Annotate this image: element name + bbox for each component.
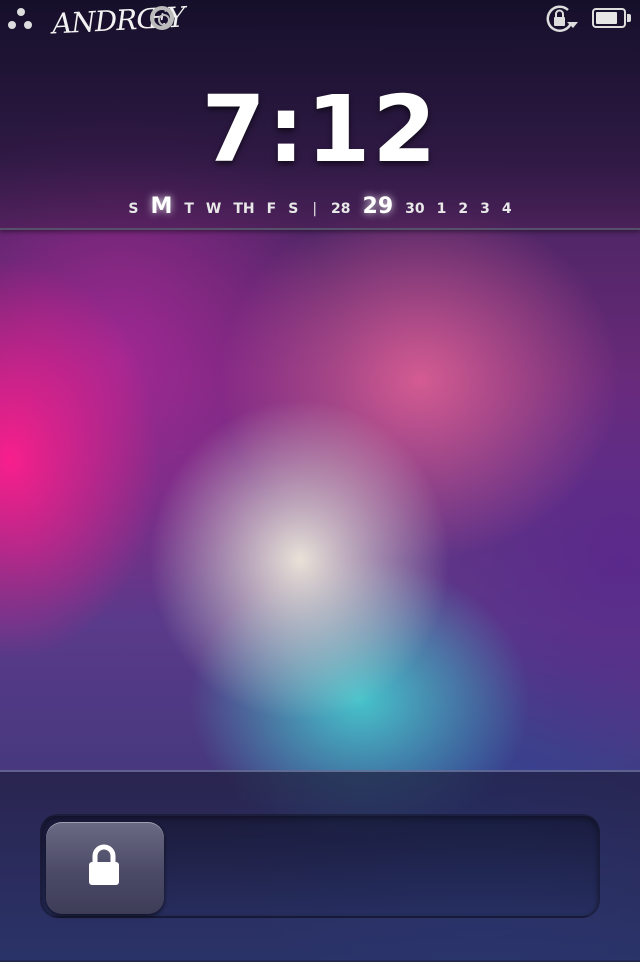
lock-icon — [87, 844, 121, 886]
week-date-strip: S M T W TH F S | 28 29 30 1 2 3 4 — [0, 194, 640, 224]
status-bar: ANDRŒY — [0, 0, 640, 40]
strip-separator: | — [312, 201, 318, 217]
clock-time: 7:12 — [201, 76, 439, 183]
date-label: 30 — [405, 201, 425, 217]
rotation-lock-icon — [544, 4, 578, 34]
date-label: 1 — [436, 201, 447, 217]
weekday-label: S — [288, 201, 299, 217]
dots-icon — [8, 8, 34, 32]
weekday-label: S — [128, 201, 139, 217]
date-label-current: 29 — [362, 194, 394, 219]
date-label: 4 — [501, 201, 512, 217]
battery-icon — [592, 8, 632, 30]
unlock-slider-knob[interactable] — [46, 822, 164, 914]
weekday-label: T — [184, 201, 194, 217]
weekday-label: TH — [233, 201, 255, 217]
weekday-label: W — [205, 201, 222, 217]
weekday-label-current: M — [150, 194, 173, 219]
date-label: 28 — [331, 201, 351, 217]
ring-icon — [150, 6, 174, 30]
date-label: 3 — [480, 201, 490, 217]
weekday-label: F — [266, 201, 277, 217]
date-label: 2 — [458, 201, 469, 217]
